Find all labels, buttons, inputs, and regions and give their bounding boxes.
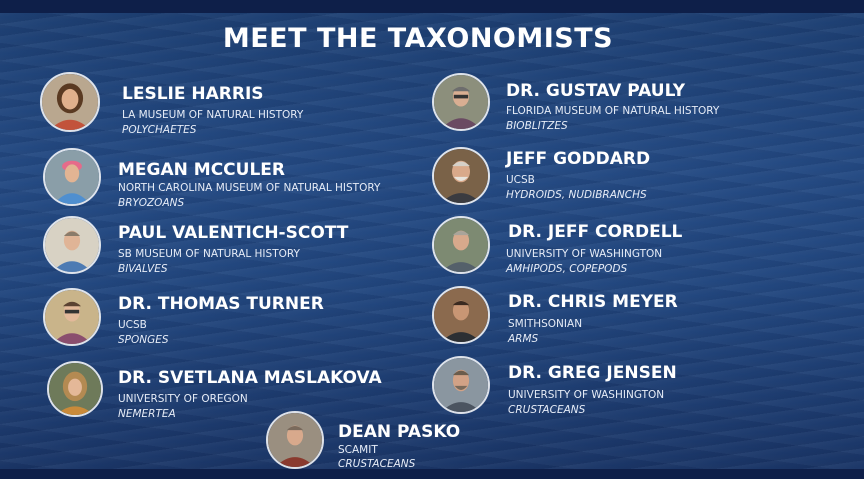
person-specialty: BIOBLITZES: [506, 120, 568, 132]
person-name: JEFF GODDARD: [506, 149, 651, 169]
person-specialty: AMHIPODS, COPEPODS: [506, 263, 628, 275]
avatar: [432, 73, 490, 131]
person-name: PAUL VALENTICH-SCOTT: [118, 223, 349, 243]
avatar: [40, 72, 100, 132]
top-band: [0, 0, 864, 13]
person-institution: SCAMIT: [338, 444, 378, 456]
avatar: [432, 356, 490, 414]
person-name: LESLIE HARRIS: [122, 84, 264, 104]
person-institution: UCSB: [118, 319, 147, 331]
avatar: [47, 361, 103, 417]
person-name: DR. JEFF CORDELL: [508, 222, 683, 242]
person-specialty: NEMERTEA: [118, 408, 176, 420]
person-name: DR. CHRIS MEYER: [508, 292, 678, 312]
avatar: [432, 147, 490, 205]
person-institution: SB MUSEUM OF NATURAL HISTORY: [118, 248, 300, 260]
person-institution: UNIVERSITY OF OREGON: [118, 393, 248, 405]
avatar: [43, 148, 101, 206]
person-specialty: HYDROIDS, NUDIBRANCHS: [506, 189, 647, 201]
person-specialty: CRUSTACEANS: [508, 404, 586, 416]
bottom-band: [0, 469, 864, 479]
person-institution: LA MUSEUM OF NATURAL HISTORY: [122, 109, 304, 121]
person-name: DEAN PASKO: [338, 422, 461, 442]
avatar: [43, 288, 101, 346]
person-name: DR. GREG JENSEN: [508, 363, 677, 383]
person-institution: FLORIDA MUSEUM OF NATURAL HISTORY: [506, 105, 720, 117]
person-institution: UCSB: [506, 174, 535, 186]
person-specialty: BRYOZOANS: [118, 197, 185, 209]
person-specialty: ARMS: [508, 333, 539, 345]
page-title: MEET THE TAXONOMISTS: [222, 23, 614, 54]
avatar: [43, 216, 101, 274]
person-institution: SMITHSONIAN: [508, 318, 583, 330]
person-specialty: CRUSTACEANS: [338, 458, 416, 470]
person-name: DR. THOMAS TURNER: [118, 294, 324, 314]
person-name: DR. GUSTAV PAULY: [506, 81, 686, 101]
person-name: DR. SVETLANA MASLAKOVA: [118, 368, 382, 388]
person-institution: UNIVERSITY OF WASHINGTON: [506, 248, 663, 260]
avatar: [432, 286, 490, 344]
person-name: MEGAN MCCULER: [118, 160, 285, 180]
person-specialty: SPONGES: [118, 334, 169, 346]
avatar: [432, 216, 490, 274]
person-institution: UNIVERSITY OF WASHINGTON: [508, 389, 665, 401]
avatar: [266, 411, 324, 469]
person-specialty: BIVALVES: [118, 263, 168, 275]
person-specialty: POLYCHAETES: [122, 124, 197, 136]
person-institution: NORTH CAROLINA MUSEUM OF NATURAL HISTORY: [118, 182, 381, 194]
